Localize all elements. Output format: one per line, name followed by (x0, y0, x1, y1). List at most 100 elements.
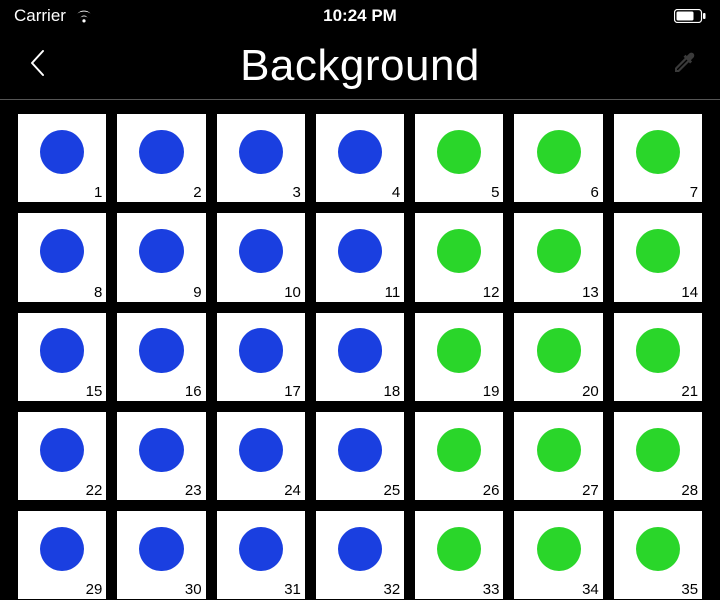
swatch-index: 9 (193, 284, 201, 301)
swatch-dot (40, 130, 84, 174)
color-swatch[interactable]: 20 (514, 313, 602, 401)
swatch-dot (636, 328, 680, 372)
color-swatch[interactable]: 26 (415, 412, 503, 500)
swatch-index: 23 (185, 482, 202, 499)
swatch-dot (636, 130, 680, 174)
swatch-dot (537, 229, 581, 273)
color-swatch[interactable]: 29 (18, 511, 106, 599)
swatch-dot (40, 428, 84, 472)
color-swatch[interactable]: 31 (217, 511, 305, 599)
swatch-dot (537, 527, 581, 571)
swatch-dot (338, 328, 382, 372)
nav-bar: Background (0, 32, 720, 100)
color-swatch[interactable]: 15 (18, 313, 106, 401)
color-swatch[interactable]: 10 (217, 213, 305, 301)
swatch-index: 28 (681, 482, 698, 499)
color-swatch[interactable]: 21 (614, 313, 702, 401)
swatch-index: 8 (94, 284, 102, 301)
swatch-index: 34 (582, 581, 599, 598)
color-swatch[interactable]: 32 (316, 511, 404, 599)
swatch-dot (636, 428, 680, 472)
swatch-dot (537, 130, 581, 174)
color-swatch[interactable]: 13 (514, 213, 602, 301)
swatch-index: 27 (582, 482, 599, 499)
color-swatch[interactable]: 24 (217, 412, 305, 500)
swatch-dot (636, 527, 680, 571)
swatch-index: 21 (681, 383, 698, 400)
swatch-dot (437, 527, 481, 571)
color-swatch[interactable]: 19 (415, 313, 503, 401)
clock: 10:24 PM (0, 6, 720, 26)
color-swatch[interactable]: 27 (514, 412, 602, 500)
battery-icon (674, 9, 706, 23)
swatch-index: 13 (582, 284, 599, 301)
swatch-dot (40, 229, 84, 273)
color-swatch[interactable]: 9 (117, 213, 205, 301)
color-swatch[interactable]: 12 (415, 213, 503, 301)
color-swatch[interactable]: 35 (614, 511, 702, 599)
color-swatch[interactable]: 14 (614, 213, 702, 301)
swatch-index: 6 (590, 184, 598, 201)
swatch-index: 12 (483, 284, 500, 301)
color-swatch[interactable]: 4 (316, 114, 404, 202)
swatch-index: 15 (86, 383, 103, 400)
swatch-index: 26 (483, 482, 500, 499)
color-swatch[interactable]: 30 (117, 511, 205, 599)
swatch-grid-container: 1234567891011121314151617181920212223242… (0, 100, 720, 600)
color-swatch[interactable]: 22 (18, 412, 106, 500)
swatch-dot (239, 527, 283, 571)
swatch-dot (437, 229, 481, 273)
swatch-dot (338, 229, 382, 273)
color-swatch[interactable]: 28 (614, 412, 702, 500)
status-right (674, 9, 706, 23)
color-swatch[interactable]: 3 (217, 114, 305, 202)
swatch-dot (537, 428, 581, 472)
color-swatch[interactable]: 6 (514, 114, 602, 202)
color-swatch[interactable]: 8 (18, 213, 106, 301)
swatch-index: 22 (86, 482, 103, 499)
color-swatch[interactable]: 1 (18, 114, 106, 202)
color-swatch[interactable]: 16 (117, 313, 205, 401)
swatch-index: 29 (86, 581, 103, 598)
status-left: Carrier (14, 6, 94, 26)
swatch-index: 3 (293, 184, 301, 201)
color-swatch[interactable]: 17 (217, 313, 305, 401)
swatch-dot (239, 328, 283, 372)
swatch-index: 30 (185, 581, 202, 598)
status-bar: Carrier 10:24 PM (0, 0, 720, 32)
swatch-dot (437, 328, 481, 372)
color-swatch[interactable]: 34 (514, 511, 602, 599)
swatch-grid: 1234567891011121314151617181920212223242… (18, 114, 702, 600)
back-button[interactable] (22, 46, 52, 86)
swatch-dot (239, 229, 283, 273)
swatch-dot (139, 130, 183, 174)
swatch-index: 16 (185, 383, 202, 400)
color-swatch[interactable]: 2 (117, 114, 205, 202)
swatch-index: 7 (690, 184, 698, 201)
swatch-index: 31 (284, 581, 301, 598)
swatch-index: 5 (491, 184, 499, 201)
swatch-dot (437, 130, 481, 174)
color-swatch[interactable]: 33 (415, 511, 503, 599)
wifi-icon (74, 9, 94, 24)
swatch-index: 4 (392, 184, 400, 201)
swatch-dot (40, 328, 84, 372)
swatch-index: 14 (681, 284, 698, 301)
swatch-index: 33 (483, 581, 500, 598)
color-swatch[interactable]: 23 (117, 412, 205, 500)
eyedropper-icon (669, 48, 699, 83)
color-swatch[interactable]: 11 (316, 213, 404, 301)
swatch-dot (239, 130, 283, 174)
color-swatch[interactable]: 18 (316, 313, 404, 401)
swatch-index: 1 (94, 184, 102, 201)
swatch-dot (537, 328, 581, 372)
color-swatch[interactable]: 7 (614, 114, 702, 202)
eyedropper-button[interactable] (664, 46, 704, 86)
color-swatch[interactable]: 25 (316, 412, 404, 500)
color-swatch[interactable]: 5 (415, 114, 503, 202)
swatch-dot (338, 130, 382, 174)
swatch-dot (139, 229, 183, 273)
swatch-dot (239, 428, 283, 472)
swatch-dot (139, 527, 183, 571)
swatch-index: 2 (193, 184, 201, 201)
